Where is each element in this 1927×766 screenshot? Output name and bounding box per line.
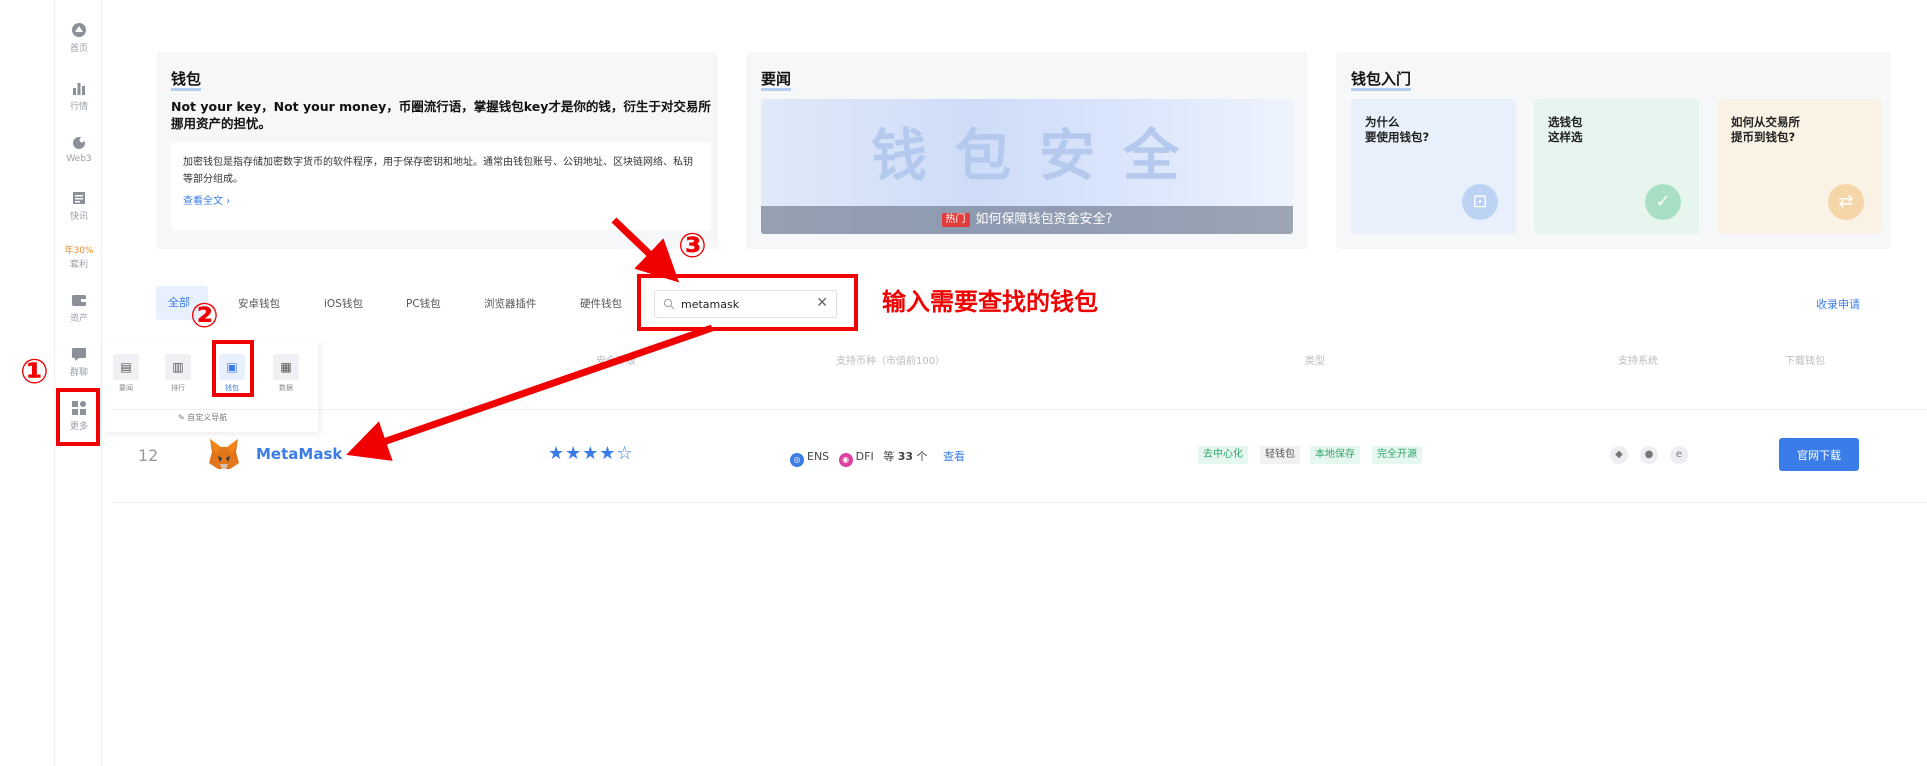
header-download: 下载钱包 (1785, 356, 1825, 367)
banner-headline: 钱包安全 (871, 124, 1207, 189)
tab-pc[interactable]: PC钱包 (406, 296, 441, 311)
sidebar-item-arbitrage[interactable]: 年30% 套利 (55, 243, 103, 270)
news-card: 要闻 钱包安全 热门 如何保障钱包资金安全? (746, 52, 1308, 249)
wallet-intro-card: 钱包 Not your key，Not your money，币圈流行语，掌握钱… (156, 52, 718, 249)
step1-highlight-box (56, 388, 100, 446)
step2-number: ② (190, 296, 219, 336)
custom-nav-link[interactable]: ✎ 自定义导航 (178, 412, 227, 423)
menu-item-label: 数据 (279, 384, 293, 392)
guide-item-label: 选钱包 这样选 (1548, 115, 1583, 144)
sidebar-item-label: 资产 (69, 314, 88, 324)
tab-hardware[interactable]: 硬件钱包 (580, 296, 622, 311)
wallet-icon: ⊡ (1462, 184, 1498, 220)
sidebar-item-news[interactable]: 快讯 (55, 190, 103, 222)
hot-badge: 热门 (941, 213, 970, 227)
header-supported-os: 支持系统 (1618, 356, 1658, 367)
coin-name: DFI (855, 450, 874, 463)
wallet-description-box: 加密钱包是指存储加密数字货币的软件程序，用于保存密钥和地址。通常由钱包账号、公钥… (171, 142, 711, 230)
read-more-link[interactable]: 查看全文 › (183, 192, 699, 207)
wallet-name-link[interactable]: MetaMask (256, 445, 342, 463)
chat-icon (72, 348, 86, 361)
sidebar-item-label: 快讯 (69, 212, 88, 222)
ens-coin-icon: ◎ (790, 453, 804, 467)
home-icon (72, 23, 86, 37)
type-tag: 轻钱包 (1260, 446, 1300, 464)
header-type: 类型 (1305, 356, 1325, 367)
metamask-fox-icon (209, 439, 239, 469)
sidebar-item-label: Web3 (66, 154, 92, 164)
sidebar-item-assets[interactable]: 资产 (55, 292, 103, 324)
sidebar-item-label: 行情 (69, 102, 88, 112)
tab-browser-extension[interactable]: 浏览器插件 (484, 296, 537, 311)
step3-highlight-box (637, 274, 858, 331)
news-banner[interactable]: 钱包安全 热门 如何保障钱包资金安全? (761, 99, 1293, 234)
promo-label: 年30% (64, 246, 94, 256)
step1-number: ① (20, 352, 49, 392)
apple-icon: ● (1640, 446, 1658, 464)
tab-ios[interactable]: iOS钱包 (324, 296, 363, 311)
guide-item-label: 如何从交易所 提币到钱包? (1731, 115, 1800, 144)
sidebar-item-home[interactable]: 首页 (55, 22, 103, 54)
sidebar-item-market[interactable]: 行情 (55, 80, 103, 112)
menu-item-label: 要闻 (119, 384, 133, 392)
tab-android[interactable]: 安卓钱包 (238, 296, 280, 311)
banner-caption: 如何保障钱包资金安全? (975, 212, 1113, 227)
wallet-headline: Not your key，Not your money，币圈流行语，掌握钱包ke… (171, 99, 711, 131)
banner-caption-bar: 热门 如何保障钱包资金安全? (761, 206, 1293, 234)
news-icon: ▤ (113, 354, 139, 380)
android-icon: ◆ (1610, 446, 1628, 464)
menu-item-label: 排行 (171, 384, 185, 392)
card-title: 要闻 (761, 70, 792, 91)
coins-count: 33 (897, 450, 914, 463)
wallet-guide-card: 钱包入门 为什么 要使用钱包? ⊡ 选钱包 这样选 ✓ 如何从交易所 提币到钱包… (1336, 52, 1891, 249)
web3-icon (73, 137, 85, 149)
security-rating-stars: ★★★★☆ (548, 443, 634, 464)
left-sidebar: 首页 行情 Web3 快讯 年30% 套利 资产 群聊 更多 (54, 0, 102, 766)
step2-highlight-box (212, 340, 254, 397)
wallet-icon (72, 295, 86, 306)
sidebar-item-label: 首页 (69, 44, 88, 54)
dfi-coin-icon: ◉ (838, 453, 853, 467)
view-coins-link[interactable]: 查看 (943, 450, 965, 463)
row-divider (112, 409, 1927, 410)
check-icon: ✓ (1645, 184, 1681, 220)
sidebar-item-chat[interactable]: 群聊 (55, 346, 103, 378)
coin-name: ENS (807, 450, 830, 463)
type-tag: 去中心化 (1198, 446, 1248, 464)
card-title: 钱包 (171, 70, 202, 91)
header-supported-coins: 支持币种（市值前100） (836, 356, 946, 367)
coins-more-prefix: 等 (883, 450, 895, 463)
wallet-rank: 12 (138, 446, 159, 465)
header-security-rating: 安全评级 (596, 356, 636, 367)
coins-unit: 个 (916, 450, 928, 463)
row-divider (112, 502, 1927, 503)
guide-item-why-wallet[interactable]: 为什么 要使用钱包? ⊡ (1351, 99, 1516, 234)
browser-icon: e (1670, 446, 1688, 464)
instruction-note: 输入需要查找的钱包 (882, 288, 1098, 316)
news-icon (73, 192, 85, 204)
menu-item-ranking[interactable]: ▥ 排行 (158, 354, 198, 393)
ranking-icon: ▥ (165, 354, 191, 380)
official-download-button[interactable]: 官网下载 (1779, 438, 1859, 471)
data-icon: ▦ (273, 354, 299, 380)
transfer-icon: ⇄ (1828, 184, 1864, 220)
step3-number: ③ (678, 226, 707, 266)
card-title: 钱包入门 (1351, 70, 1412, 91)
supported-coins: ◎ ENS ◉ DFI 等 33 个 查看 (790, 448, 965, 467)
sidebar-item-label: 群聊 (69, 368, 88, 378)
arrow-to-result (346, 324, 714, 461)
type-tag: 本地保存 (1310, 446, 1360, 464)
wallet-description: 加密钱包是指存储加密数字货币的软件程序，用于保存密钥和地址。通常由钱包账号、公钥… (183, 157, 693, 185)
sidebar-item-web3[interactable]: Web3 (55, 135, 103, 164)
chart-icon (73, 83, 85, 95)
menu-item-news[interactable]: ▤ 要闻 (106, 354, 146, 393)
guide-item-label: 为什么 要使用钱包? (1365, 115, 1430, 144)
guide-item-choose-wallet[interactable]: 选钱包 这样选 ✓ (1534, 99, 1699, 234)
more-menu-popup: ▤ 要闻 ▥ 排行 ▣ 钱包 ▦ 数据 ✎ 自定义导航 (102, 340, 318, 432)
guide-item-withdraw[interactable]: 如何从交易所 提币到钱包? ⇄ (1717, 99, 1882, 234)
menu-item-data[interactable]: ▦ 数据 (266, 354, 306, 393)
sidebar-item-label: 套利 (69, 260, 88, 270)
apply-listing-link[interactable]: 收录申请 (1816, 296, 1860, 312)
type-tag: 完全开源 (1372, 446, 1422, 464)
